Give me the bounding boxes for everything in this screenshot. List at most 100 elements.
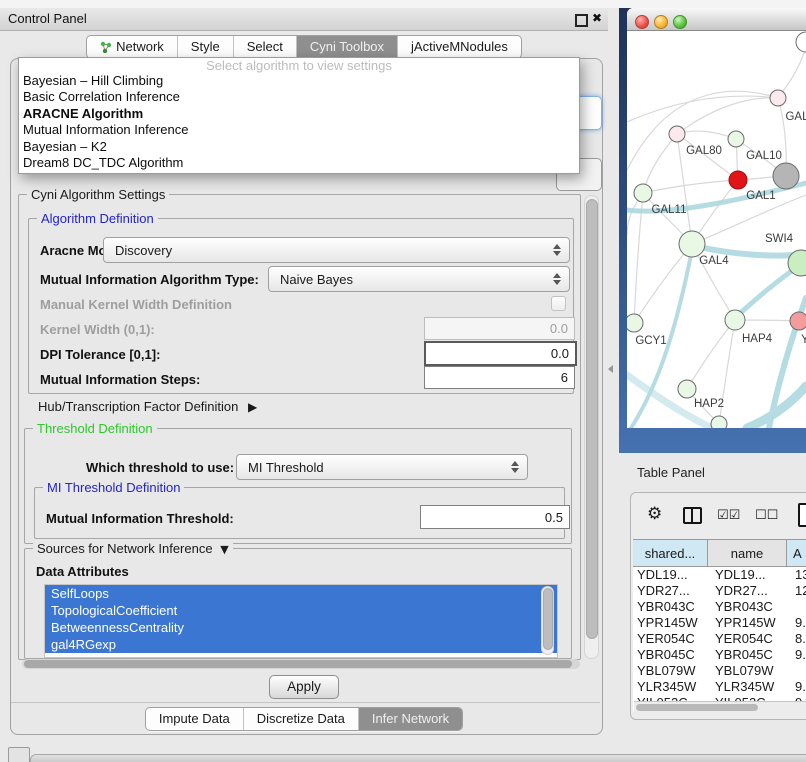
node-label: GAL4 [699, 255, 729, 267]
top-tab-bar: NetworkStyleSelectCyni ToolboxjActiveMNo… [0, 35, 608, 59]
tab-jactivemnodules[interactable]: jActiveMNodules [397, 36, 521, 58]
attribute-list-item[interactable]: BetweennessCentrality [45, 619, 557, 636]
table-hscrollbar-thumb[interactable] [636, 704, 758, 711]
hub-definition-toggle[interactable]: Hub/Transcription Factor Definition ▶ [38, 399, 257, 414]
network-node-gal[interactable] [770, 90, 786, 106]
float-panel-icon[interactable] [575, 14, 588, 27]
algorithm-option[interactable]: Dream8 DC_TDC Algorithm [19, 155, 579, 171]
mi-steps-value: 6 [561, 370, 568, 385]
table-row[interactable]: YER054CYER054C8. [633, 631, 806, 647]
tab-cyni-toolbox[interactable]: Cyni Toolbox [296, 36, 397, 58]
manual-kernel-label: Manual Kernel Width Definition [40, 297, 232, 312]
algorithm-option[interactable]: Bayesian – K2 [19, 139, 579, 155]
algorithm-option[interactable]: ARACNE Algorithm [19, 106, 579, 122]
settings-hscrollbar-thumb[interactable] [24, 660, 572, 668]
network-node-gcy1[interactable] [627, 314, 643, 332]
algorithm-option[interactable]: Basic Correlation Inference [19, 89, 579, 105]
network-node[interactable] [773, 163, 799, 189]
attributes-scrollbar-thumb[interactable] [543, 588, 553, 650]
mi-type-combobox[interactable]: Naive Bayes [268, 266, 570, 292]
bottom-tab-discretize-data[interactable]: Discretize Data [243, 708, 358, 730]
network-node[interactable] [711, 416, 727, 428]
network-node-gal80[interactable] [669, 126, 685, 142]
mi-steps-field[interactable]: 6 [424, 366, 575, 389]
table-cell: YBR045C [711, 647, 793, 663]
panel-title: Control Panel [8, 11, 87, 26]
algorithm-definition-title: Algorithm Definition [37, 211, 158, 226]
panel-splitter-icon[interactable] [608, 365, 613, 373]
network-node-gal1[interactable] [729, 171, 747, 189]
control-panel-titlebar: Control Panel ✖ [0, 8, 608, 31]
tab-style[interactable]: Style [177, 36, 233, 58]
aracne-mode-combobox[interactable]: Discovery [103, 237, 570, 263]
combobox-stepper-icon [507, 455, 523, 479]
table-cell: YBR045C [633, 647, 711, 663]
collapse-down-icon: ▼ [220, 543, 228, 556]
column-header-partial[interactable]: A [787, 540, 806, 566]
table-row[interactable]: YPR145WYPR145W9. [633, 615, 806, 631]
document-icon[interactable] [798, 503, 806, 527]
table-row[interactable]: YLR345WYLR345W9. [633, 679, 806, 695]
bottom-tab-impute-data[interactable]: Impute Data [146, 708, 243, 730]
column-header-shared-name[interactable]: shared... [633, 540, 708, 566]
attribute-list-item[interactable]: TopologicalCoefficient [45, 602, 557, 619]
which-threshold-combobox[interactable]: MI Threshold [236, 454, 528, 480]
mi-steps-label: Mutual Information Steps: [40, 372, 200, 387]
hub-definition-label: Hub/Transcription Factor Definition [38, 399, 238, 414]
manual-kernel-checkbox[interactable] [551, 296, 566, 311]
table-cell [793, 599, 806, 615]
table-row[interactable]: YBR045CYBR045C9. [633, 647, 806, 663]
table-header-row: shared... name A [633, 539, 806, 567]
attribute-list-item[interactable]: SelfLoops [45, 585, 557, 602]
checked-boxes-icon[interactable]: ☑☑ [717, 508, 740, 523]
network-node-gal10[interactable] [728, 131, 744, 147]
zoom-window-icon[interactable] [673, 15, 687, 29]
tab-network[interactable]: Network [87, 36, 177, 58]
columns-icon[interactable] [683, 507, 702, 524]
minimize-window-icon[interactable] [654, 15, 668, 29]
mi-threshold-field[interactable]: 0.5 [420, 505, 570, 529]
network-node-gal4[interactable] [679, 231, 705, 257]
table-hscrollbar[interactable] [634, 701, 806, 713]
close-icon[interactable]: ✖ [592, 11, 602, 25]
network-window-titlebar[interactable] [627, 8, 806, 31]
tab-select[interactable]: Select [233, 36, 296, 58]
table-row[interactable]: YDL19...YDL19...13 [633, 567, 806, 583]
gear-icon[interactable]: ⚙ [647, 504, 662, 524]
table-cell: YDR27... [711, 583, 793, 599]
table-row[interactable]: YBL079WYBL079W [633, 663, 806, 679]
screen: Control Panel ✖ NetworkStyleSelectCyni T… [0, 0, 806, 762]
settings-hscrollbar[interactable] [22, 659, 580, 669]
algorithm-option[interactable]: Mutual Information Inference [19, 122, 579, 138]
settings-scrollbar-thumb[interactable] [586, 199, 598, 639]
attribute-list-item[interactable]: gal4RGexp [45, 636, 557, 653]
dpi-tolerance-field[interactable]: 0.0 [424, 341, 577, 366]
network-node-y[interactable] [790, 312, 806, 330]
bottom-tab-infer-network[interactable]: Infer Network [358, 708, 462, 730]
network-node-hap4[interactable] [725, 310, 745, 330]
network-weighted-edges [627, 183, 806, 428]
network-node[interactable] [796, 32, 806, 52]
aracne-mode-value: Discovery [104, 243, 549, 258]
network-node-gal11[interactable] [634, 184, 652, 202]
apply-button[interactable]: Apply [269, 675, 339, 699]
node-label: GAL [785, 111, 806, 123]
network-node-hap2[interactable] [678, 380, 696, 398]
close-window-icon[interactable] [635, 15, 649, 29]
table-row[interactable]: YDR27...YDR27...12 [633, 583, 806, 599]
mi-type-value: Naive Bayes [269, 272, 549, 287]
attributes-list-scrollbar[interactable] [541, 586, 554, 655]
column-header-name[interactable]: name [708, 540, 787, 566]
kernel-width-field[interactable]: 0.0 [424, 317, 575, 340]
unchecked-boxes-icon[interactable]: ☐☐ [755, 508, 778, 523]
table-panel-title: Table Panel [637, 465, 705, 480]
settings-scrollbar[interactable] [584, 195, 599, 659]
table-row[interactable]: YBR043CYBR043C [633, 599, 806, 615]
algorithm-option[interactable]: Bayesian – Hill Climbing [19, 73, 579, 89]
data-attributes-label: Data Attributes [36, 564, 129, 579]
sources-title-toggle[interactable]: Sources for Network Inference ▼ [33, 541, 233, 557]
table-cell: 13 [793, 567, 806, 583]
bottom-tab-bar: Impute DataDiscretize DataInfer Network [0, 707, 608, 731]
collapsed-panel-icon[interactable] [8, 747, 30, 762]
table-cell: YLR345W [711, 679, 793, 695]
